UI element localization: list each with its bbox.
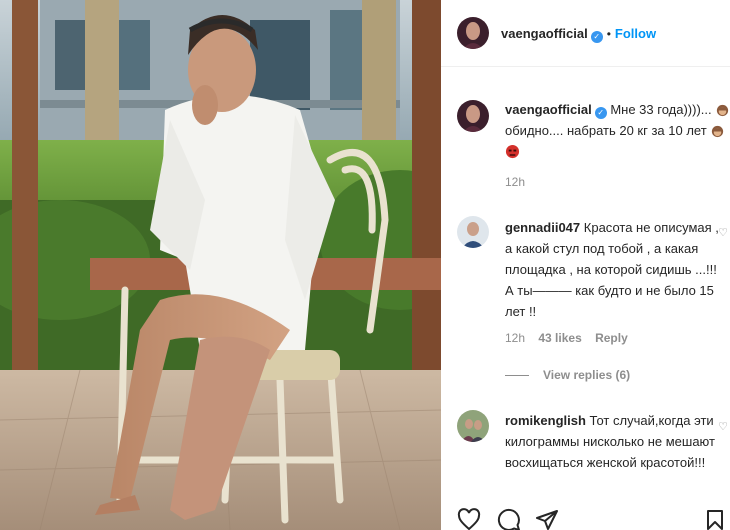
- comment-username[interactable]: gennadii047: [505, 220, 580, 235]
- heart-icon[interactable]: [457, 508, 481, 530]
- comment-like-heart-icon[interactable]: ♡: [718, 420, 728, 433]
- replies-divider-line: [505, 375, 529, 377]
- reply-button[interactable]: Reply: [595, 331, 628, 345]
- follow-button[interactable]: Follow: [615, 26, 656, 41]
- comment-username[interactable]: romikenglish: [505, 413, 586, 428]
- caption-line2: обидно.... набрать 20 кг за 10 лет: [505, 123, 707, 138]
- post-header: vaengaofficial ✓ • Follow: [441, 0, 730, 67]
- comment-avatar[interactable]: [457, 216, 489, 248]
- comment-text: romikenglish Тот случай,когда эти килогр…: [505, 410, 719, 473]
- caption-text: vaengaofficial ✓ Мне 33 года))))... обидн…: [505, 99, 729, 162]
- avatar[interactable]: [457, 17, 489, 49]
- comment-icon[interactable]: [497, 508, 521, 530]
- verified-icon: ✓: [590, 31, 603, 43]
- monkey-emoji-icon: [712, 125, 724, 138]
- caption-username[interactable]: vaengaofficial: [505, 102, 592, 117]
- caption-avatar[interactable]: [457, 100, 489, 132]
- comment-likes[interactable]: 43 likes: [538, 331, 581, 345]
- comment-text: gennadii047 Красота не описумая , а како…: [505, 217, 719, 322]
- view-replies-button[interactable]: View replies (6): [505, 368, 630, 382]
- caption-line1: Мне 33 года))))...: [610, 102, 712, 117]
- comment-meta: 12h 43 likes Reply: [505, 331, 638, 345]
- angry-face-emoji-icon: [505, 144, 520, 159]
- action-bar: [457, 508, 727, 530]
- share-icon[interactable]: [535, 508, 559, 530]
- header-username[interactable]: vaengaofficial: [501, 26, 588, 41]
- caption-meta: 12h: [505, 175, 535, 189]
- comment-like-heart-icon[interactable]: ♡: [718, 226, 728, 239]
- post-image: [0, 0, 441, 530]
- post-side-panel: vaengaofficial ✓ • Follow vaengaofficial ✓ М…: [441, 0, 730, 530]
- view-replies-label: View replies (6): [543, 368, 631, 382]
- separator-dot: •: [606, 27, 611, 41]
- comment-avatar[interactable]: [457, 410, 489, 442]
- bookmark-icon[interactable]: [703, 508, 727, 530]
- post-photo[interactable]: [0, 0, 441, 530]
- caption-time[interactable]: 12h: [505, 175, 525, 189]
- comment-time[interactable]: 12h: [505, 331, 525, 345]
- monkey-emoji-icon: [717, 104, 729, 117]
- verified-icon: ✓: [594, 107, 607, 119]
